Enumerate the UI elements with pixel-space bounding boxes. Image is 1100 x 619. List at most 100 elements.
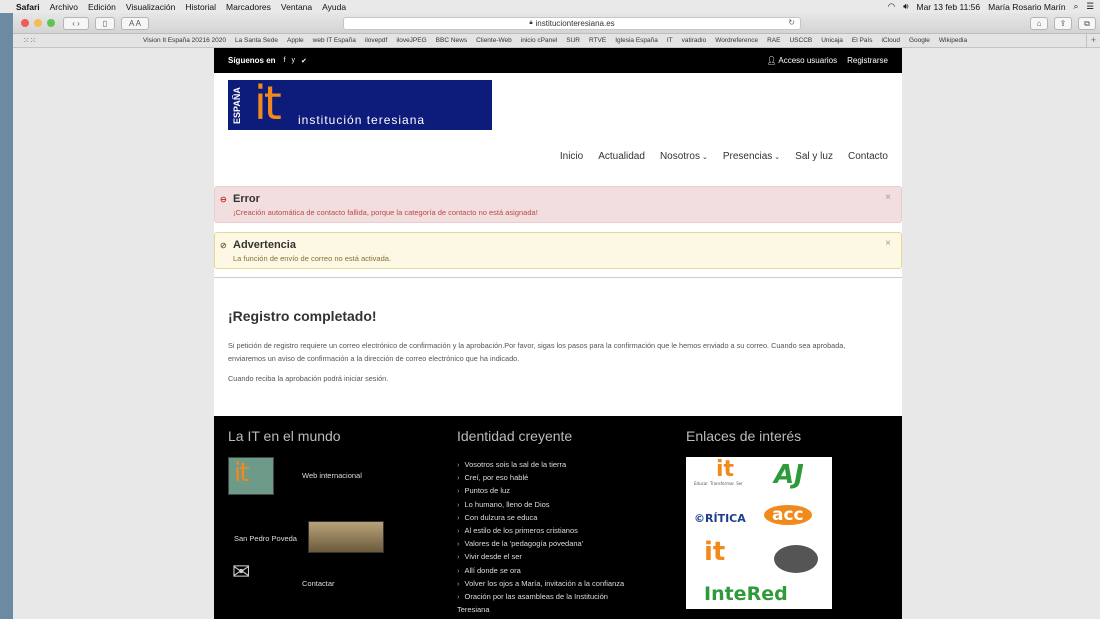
bookmark-item[interactable]: Vision It España 20216 2020 <box>143 37 226 44</box>
poveda-image[interactable] <box>308 521 384 553</box>
back-forward-buttons[interactable]: ‹ › <box>63 16 89 30</box>
approval-text: Cuando reciba la aprobación podrá inicia… <box>228 374 389 383</box>
divider <box>214 277 902 278</box>
login-link[interactable]: 👤︎ Acceso usuarios <box>766 56 837 65</box>
volume-icon[interactable]: 🔊︎ <box>903 1 908 12</box>
chevron-right-icon: › <box>457 539 460 549</box>
nav-item-sal-y-luz[interactable]: Sal y luz <box>795 151 833 162</box>
site-logo[interactable]: ESPAÑA it institución teresiana <box>228 76 492 130</box>
bookmark-item[interactable]: BBC News <box>436 37 467 44</box>
nav-item-inicio[interactable]: Inicio <box>560 151 583 162</box>
register-link[interactable]: Registrarse <box>847 56 888 65</box>
spotlight-icon[interactable]: ⌕ <box>1074 1 1079 12</box>
identity-list-item[interactable]: › Valores de la 'pedagogía povedana' <box>457 537 627 550</box>
partner-logo-building[interactable] <box>774 545 818 573</box>
bookmark-item[interactable]: Wordreference <box>715 37 758 44</box>
bookmark-item[interactable]: Wikipedia <box>939 37 967 44</box>
web-internacional-link[interactable]: Web internacional <box>302 471 362 480</box>
menu-ayuda[interactable]: Ayuda <box>322 2 346 12</box>
bookmark-item[interactable]: La Santa Sede <box>235 37 278 44</box>
grid-icon[interactable]: ⁙⁙ <box>23 36 36 45</box>
partner-logo-it[interactable]: it <box>716 457 734 482</box>
facebook-icon[interactable]: f <box>284 57 286 65</box>
identity-list-item[interactable]: › Lo humano, lleno de Dios <box>457 498 627 511</box>
user-name[interactable]: María Rosario Marín <box>988 2 1065 12</box>
youtube-icon[interactable]: y <box>292 57 296 65</box>
bookmark-list: Vision It España 20216 2020 La Santa Sede… <box>143 37 967 44</box>
chevron-right-icon: › <box>457 552 460 562</box>
contact-link[interactable]: Contactar <box>302 579 335 588</box>
bookmark-item[interactable]: RTVE <box>589 37 606 44</box>
menu-archivo[interactable]: Archivo <box>50 2 78 12</box>
reload-icon[interactable]: ↻ <box>788 18 795 27</box>
list-icon[interactable]: ☰ <box>1086 1 1094 12</box>
identity-list-item[interactable]: › Volver los ojos a María, invitación a l… <box>457 577 627 590</box>
identity-list-item[interactable]: › Oración por las asambleas de la Institu… <box>457 590 627 616</box>
partner-logo-acc[interactable]: acc <box>764 505 812 525</box>
clock[interactable]: Mar 13 feb 11:56 <box>917 2 981 12</box>
twitter-icon[interactable]: ✔ <box>301 57 307 65</box>
envelope-icon[interactable]: ✉ <box>232 559 250 585</box>
identity-list-item[interactable]: › Vivir desde el ser <box>457 550 627 563</box>
bookmark-item[interactable]: SUR <box>566 37 580 44</box>
chevron-right-icon: › <box>457 460 460 469</box>
close-window-button[interactable] <box>21 19 29 27</box>
bookmark-item[interactable]: USCCB <box>789 37 812 44</box>
menu-visualizacion[interactable]: Visualización <box>126 2 175 12</box>
bookmark-item[interactable]: Cliente-Web <box>476 37 512 44</box>
identity-list-item[interactable]: › Vosotros sois la sal de la tierra <box>457 458 627 471</box>
browser-viewport: Síguenos en f y ✔ 👤︎ Acceso usuarios Reg… <box>13 48 1100 619</box>
share-icon[interactable]: ⇪ <box>1054 17 1072 30</box>
menu-app[interactable]: Safari <box>16 2 40 12</box>
address-bar[interactable]: 🔒︎ institucionteresiana.es ↻ <box>343 17 801 30</box>
close-icon[interactable]: × <box>885 192 891 203</box>
bookmark-item[interactable]: RAE <box>767 37 780 44</box>
bookmark-item[interactable]: Apple <box>287 37 304 44</box>
bookmark-item[interactable]: Google <box>909 37 930 44</box>
home-icon[interactable]: ⌂ <box>1030 17 1048 30</box>
bookmark-item[interactable]: Iglesia España <box>615 37 658 44</box>
bookmark-item[interactable]: Unicaja <box>821 37 843 44</box>
bookmark-item[interactable]: inicio cPanel <box>521 37 558 44</box>
error-title: Error <box>233 193 260 205</box>
menu-marcadores[interactable]: Marcadores <box>226 2 271 12</box>
identity-list-item[interactable]: › Con dulzura se educa <box>457 511 627 524</box>
browser-toolbar: ‹ › ▯ A A 🔒︎ institucionteresiana.es ↻ ⌂… <box>13 13 1100 34</box>
menu-ventana[interactable]: Ventana <box>281 2 312 12</box>
bookmark-item[interactable]: web IT España <box>313 37 356 44</box>
bookmark-item[interactable]: iCloud <box>882 37 900 44</box>
identity-list-item[interactable]: › Al estilo de los primeros cristianos <box>457 524 627 537</box>
nav-item-nosotros[interactable]: Nosotros ⌄ <box>660 151 708 162</box>
bookmark-item[interactable]: vatiradio <box>682 37 707 44</box>
bookmark-item[interactable]: ilovepdf <box>365 37 387 44</box>
bookmark-item[interactable]: IT <box>667 37 673 44</box>
chevron-right-icon: › <box>457 499 460 509</box>
text-size-buttons[interactable]: A A <box>121 16 149 30</box>
macos-menubar: Safari Archivo Edición Visualización His… <box>0 0 1100 13</box>
identity-list-item[interactable]: › Allí donde se ora <box>457 564 627 577</box>
identity-list-item[interactable]: › Puntos de luz <box>457 484 627 497</box>
bookmark-item[interactable]: El País <box>852 37 873 44</box>
partner-logo-critica[interactable]: ©RÍTICA <box>694 512 746 525</box>
nav-item-presencias[interactable]: Presencias ⌄ <box>723 151 780 162</box>
chevron-right-icon: › <box>457 526 460 536</box>
menu-historial[interactable]: Historial <box>185 2 216 12</box>
minimize-window-button[interactable] <box>34 19 42 27</box>
menu-edicion[interactable]: Edición <box>88 2 116 12</box>
partner-logo-it-circle[interactable]: it <box>704 537 725 567</box>
identity-list-item[interactable]: › Creí, por eso hablé <box>457 471 627 484</box>
nav-item-contacto[interactable]: Contacto <box>848 151 888 162</box>
bookmark-item[interactable]: iloveJPEG <box>396 37 426 44</box>
sidebar-toggle-icon[interactable]: ▯ <box>95 16 115 30</box>
partner-logo-aj[interactable]: AJ <box>774 460 804 490</box>
it-thumbnail[interactable]: it <box>228 457 274 495</box>
zoom-window-button[interactable] <box>47 19 55 27</box>
nav-item-actualidad[interactable]: Actualidad <box>598 151 645 162</box>
close-icon[interactable]: × <box>885 238 891 249</box>
new-tab-icon[interactable]: + <box>1086 34 1100 48</box>
tabs-icon[interactable]: ⧉ <box>1078 17 1096 30</box>
lock-icon: 🔒︎ <box>529 20 533 26</box>
wifi-icon[interactable]: ◠ <box>888 1 895 12</box>
poveda-link[interactable]: San Pedro Poveda <box>234 534 297 543</box>
partner-logo-intered[interactable]: InteRed <box>704 583 788 605</box>
